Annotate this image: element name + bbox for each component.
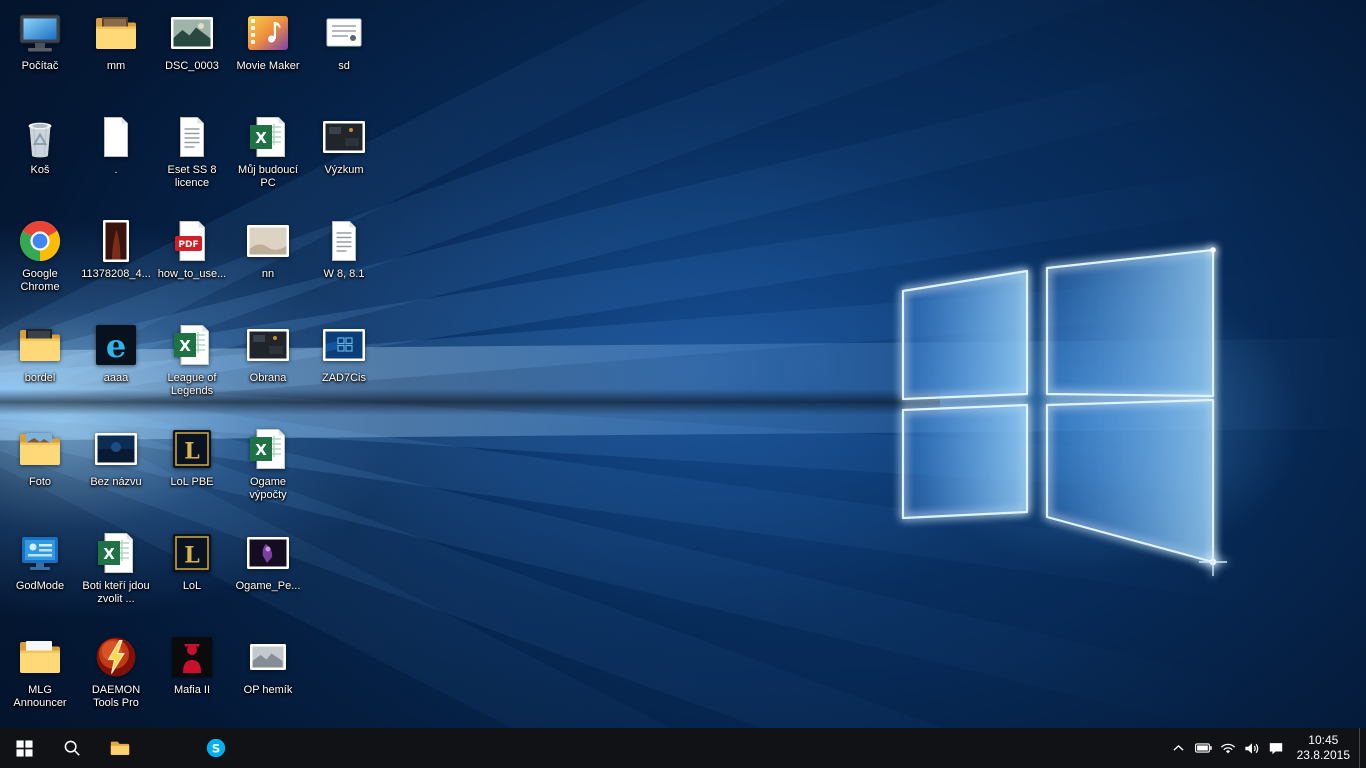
svg-text:S: S: [212, 742, 221, 756]
windows-logo-icon: [16, 740, 33, 757]
search-icon: [63, 739, 81, 757]
taskbar-chrome-button[interactable]: [144, 728, 192, 768]
tray-action-center-button[interactable]: [1264, 728, 1288, 768]
file-explorer-icon: [109, 737, 131, 759]
action-center-icon: [1268, 740, 1284, 756]
taskbar-skype-button[interactable]: S: [192, 728, 240, 768]
wallpaper-vignette: [0, 0, 1366, 728]
start-button[interactable]: [0, 728, 48, 768]
tray-network-button[interactable]: [1216, 728, 1240, 768]
chevron-up-icon: [1173, 744, 1184, 752]
taskbar: S 10:45 23.8.2015: [0, 728, 1366, 768]
taskbar-clock[interactable]: 10:45 23.8.2015: [1288, 728, 1359, 768]
desktop[interactable]: Počítač Koš Google Chrome bordel Foto Go…: [0, 0, 1366, 728]
taskbar-file-explorer-button[interactable]: [96, 728, 144, 768]
taskbar-buttons: S: [0, 728, 240, 768]
tray-hidden-icons-button[interactable]: [1167, 728, 1191, 768]
tray-volume-button[interactable]: [1240, 728, 1264, 768]
clock-date: 23.8.2015: [1297, 748, 1350, 763]
speaker-icon: [1244, 742, 1260, 755]
system-tray: 10:45 23.8.2015: [1167, 728, 1366, 768]
skype-icon: S: [205, 737, 227, 759]
tray-battery-button[interactable]: [1191, 728, 1216, 768]
wifi-icon: [1220, 742, 1236, 755]
screen: Počítač Koš Google Chrome bordel Foto Go…: [0, 0, 1366, 768]
show-desktop-button[interactable]: [1359, 728, 1366, 768]
battery-icon: [1195, 743, 1212, 753]
taskbar-search-button[interactable]: [48, 728, 96, 768]
clock-time: 10:45: [1308, 733, 1338, 748]
tray-icons: [1167, 728, 1288, 768]
